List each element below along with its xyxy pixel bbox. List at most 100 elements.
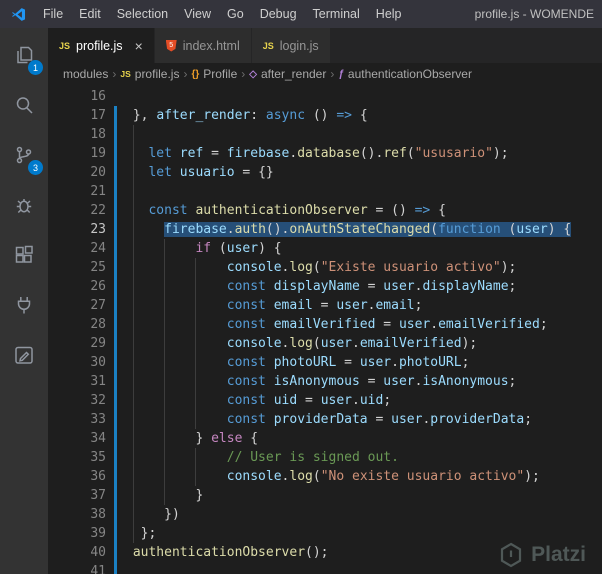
- activity-explorer-icon[interactable]: 1: [0, 30, 48, 80]
- line-number[interactable]: 17: [48, 106, 106, 125]
- code-line-31[interactable]: 31 const isAnonymous = user.isAnonymous;: [48, 372, 602, 391]
- code-token: {: [352, 108, 368, 123]
- code-line-22[interactable]: 22 const authenticationObserver = () => …: [48, 201, 602, 220]
- code-line-18[interactable]: 18: [48, 125, 602, 144]
- line-number[interactable]: 32: [48, 391, 106, 410]
- code-line-26[interactable]: 26 const displayName = user.displayName;: [48, 277, 602, 296]
- line-number[interactable]: 20: [48, 163, 106, 182]
- code-line-25[interactable]: 25 console.log("Existe usuario activo");: [48, 258, 602, 277]
- code-line-23[interactable]: 23 firebase.auth().onAuthStateChanged(fu…: [48, 220, 602, 239]
- line-number[interactable]: 16: [48, 87, 106, 106]
- line-number[interactable]: 24: [48, 239, 106, 258]
- code-token: ) {: [547, 222, 572, 237]
- line-number[interactable]: 38: [48, 505, 106, 524]
- activity-search-icon[interactable]: [0, 80, 48, 130]
- code-line-33[interactable]: 33 const providerData = user.providerDat…: [48, 410, 602, 429]
- code-token: user: [359, 355, 392, 370]
- code-text: if (user) {: [117, 239, 602, 258]
- code-line-39[interactable]: 39 };: [48, 524, 602, 543]
- breadcrumb-item-modules[interactable]: modules: [63, 67, 108, 81]
- line-number[interactable]: 33: [48, 410, 106, 429]
- code-token: const: [226, 374, 266, 389]
- line-number[interactable]: 28: [48, 315, 106, 334]
- code-token: // User is signed out.: [226, 450, 399, 465]
- line-number[interactable]: 21: [48, 182, 106, 201]
- activity-source-control-icon[interactable]: 3: [0, 130, 48, 180]
- line-number[interactable]: 37: [48, 486, 106, 505]
- code-token: .: [226, 222, 235, 237]
- tab-login.js[interactable]: JS login.js: [251, 28, 331, 63]
- menu-selection[interactable]: Selection: [109, 4, 176, 24]
- line-number[interactable]: 19: [48, 144, 106, 163]
- line-number[interactable]: 22: [48, 201, 106, 220]
- line-number[interactable]: 18: [48, 125, 106, 144]
- code-line-38[interactable]: 38 }): [48, 505, 602, 524]
- code-token: (: [406, 146, 415, 161]
- line-number[interactable]: 39: [48, 524, 106, 543]
- indent-guide: [164, 467, 166, 486]
- activity-extensions-icon[interactable]: [0, 230, 48, 280]
- breadcrumb: modules › JS profile.js ›{} Profile › ◇ after_re…: [48, 63, 602, 85]
- close-icon[interactable]: ×: [135, 39, 143, 53]
- code-line-19[interactable]: 19 let ref = firebase.database().ref("us…: [48, 144, 602, 163]
- breadcrumb-item-profile.js[interactable]: JS profile.js: [120, 67, 179, 81]
- indent-guide: [195, 410, 197, 429]
- line-number[interactable]: 27: [48, 296, 106, 315]
- code-token: user: [391, 412, 423, 427]
- code-line-35[interactable]: 35 // User is signed out.: [48, 448, 602, 467]
- activity-debug-icon[interactable]: [0, 180, 48, 230]
- tab-profile.js[interactable]: JS profile.js ×: [48, 28, 155, 63]
- code-line-29[interactable]: 29 console.log(user.emailVerified);: [48, 334, 602, 353]
- indent-guide: [132, 277, 134, 296]
- breadcrumb-item-Profile[interactable]: {} Profile: [191, 67, 237, 81]
- line-number[interactable]: 29: [48, 334, 106, 353]
- line-number[interactable]: 40: [48, 543, 106, 562]
- code-line-34[interactable]: 34 } else {: [48, 429, 602, 448]
- indent-guide: [195, 258, 197, 277]
- line-number[interactable]: 23: [48, 220, 106, 239]
- line-number[interactable]: 31: [48, 372, 106, 391]
- menu-view[interactable]: View: [176, 4, 219, 24]
- code-token: =>: [414, 203, 431, 218]
- code-line-20[interactable]: 20 let usuario = {}: [48, 163, 602, 182]
- code-token: console: [226, 260, 282, 275]
- menu-debug[interactable]: Debug: [252, 4, 305, 24]
- tab-index.html[interactable]: 5 index.html: [154, 28, 252, 63]
- code-token: ;: [414, 298, 423, 313]
- code-line-36[interactable]: 36 console.log("No existe usuario activo…: [48, 467, 602, 486]
- menu-edit[interactable]: Edit: [71, 4, 109, 24]
- code-line-17[interactable]: 17 }, after_render: async () => {: [48, 106, 602, 125]
- menu-help[interactable]: Help: [368, 4, 410, 24]
- code-line-16[interactable]: 16: [48, 87, 602, 106]
- line-number[interactable]: 30: [48, 353, 106, 372]
- menu-file[interactable]: File: [35, 4, 71, 24]
- activity-plug-icon[interactable]: [0, 280, 48, 330]
- code-line-21[interactable]: 21: [48, 182, 602, 201]
- line-number[interactable]: 26: [48, 277, 106, 296]
- breadcrumb-item-authenticationObserver[interactable]: ƒ authenticationObserver: [338, 67, 472, 81]
- menu-go[interactable]: Go: [219, 4, 252, 24]
- line-number[interactable]: 41: [48, 562, 106, 574]
- activity-edit-icon[interactable]: [0, 330, 48, 380]
- code-line-37[interactable]: 37 }: [48, 486, 602, 505]
- code-token: ().: [265, 222, 290, 237]
- menu-terminal[interactable]: Terminal: [305, 4, 368, 24]
- code-text: const uid = user.uid;: [117, 391, 602, 410]
- code-text: } else {: [117, 429, 602, 448]
- breadcrumb-item-after_render[interactable]: ◇ after_render: [249, 67, 326, 81]
- code-line-30[interactable]: 30 const photoURL = user.photoURL;: [48, 353, 602, 372]
- code-line-27[interactable]: 27 const email = user.email;: [48, 296, 602, 315]
- code-token: let: [148, 165, 172, 180]
- line-number[interactable]: 34: [48, 429, 106, 448]
- window-title: profile.js - WOMENDE: [474, 7, 594, 21]
- code-token: let: [148, 146, 172, 161]
- line-number[interactable]: 36: [48, 467, 106, 486]
- code-line-28[interactable]: 28 const emailVerified = user.emailVerif…: [48, 315, 602, 334]
- line-number[interactable]: 25: [48, 258, 106, 277]
- editor[interactable]: 16 17 }, after_render: async () => {18 19 …: [48, 85, 602, 574]
- title-bar: File Edit Selection View Go Debug Terminal Help…: [0, 0, 602, 28]
- code-line-24[interactable]: 24 if (user) {: [48, 239, 602, 258]
- code-line-32[interactable]: 32 const uid = user.uid;: [48, 391, 602, 410]
- line-number[interactable]: 35: [48, 448, 106, 467]
